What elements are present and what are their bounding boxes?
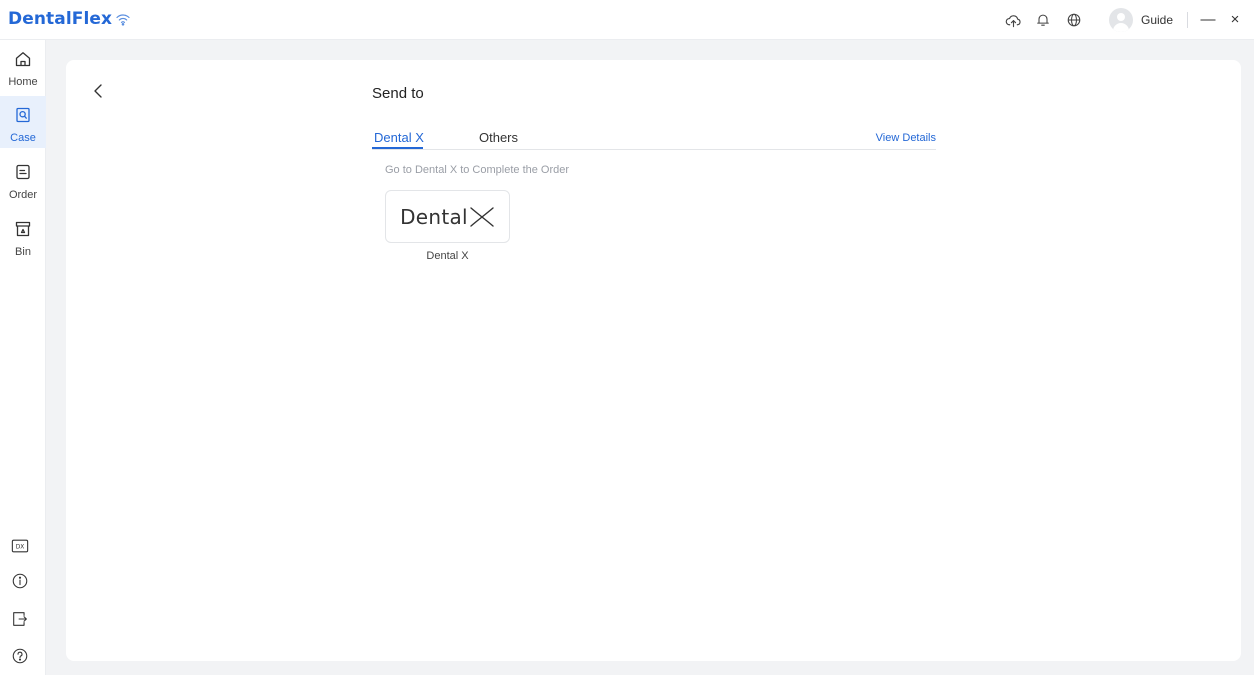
bin-icon: [14, 220, 32, 243]
minimize-button[interactable]: —: [1199, 10, 1217, 30]
sidebar-item-label: Bin: [15, 246, 31, 258]
info-icon[interactable]: [10, 571, 30, 591]
back-button[interactable]: [90, 80, 108, 102]
tab-dental-x[interactable]: Dental X: [374, 130, 424, 145]
chevron-left-icon: [94, 84, 102, 98]
topbar-divider: [1187, 12, 1188, 28]
case-icon: [14, 106, 32, 129]
order-icon: [14, 163, 32, 186]
sidebar: Home Case Order Bin DX: [0, 40, 46, 675]
logout-icon[interactable]: [10, 609, 30, 629]
top-bar: DentalFlex Guide — ×: [0, 0, 1254, 40]
active-tab-indicator: [372, 147, 423, 149]
dental-x-logo: Dental: [400, 204, 468, 229]
cloud-upload-icon[interactable]: [1004, 11, 1022, 29]
x-logo-icon: [470, 206, 494, 227]
home-icon: [14, 50, 32, 73]
sidebar-item-case[interactable]: Case: [0, 96, 46, 148]
sidebar-item-bin[interactable]: Bin: [0, 210, 46, 262]
hint-text: Go to Dental X to Complete the Order: [385, 164, 570, 176]
sidebar-item-order[interactable]: Order: [0, 153, 46, 205]
send-to-panel: Send to Dental X Others View Details Go …: [66, 60, 1241, 661]
user-name[interactable]: Guide: [1141, 13, 1173, 27]
close-button[interactable]: ×: [1226, 10, 1244, 30]
dx-badge-text: DX: [16, 545, 25, 551]
tab-others[interactable]: Others: [479, 130, 518, 145]
view-details-link[interactable]: View Details: [876, 132, 936, 144]
page-title: Send to: [372, 85, 424, 102]
tab-bar: Dental X Others View Details: [372, 128, 936, 150]
platform-card-dental-x[interactable]: Dental: [385, 190, 510, 243]
dx-icon[interactable]: DX: [10, 536, 30, 556]
help-icon[interactable]: [10, 646, 30, 666]
wifi-icon: [114, 11, 132, 27]
sidebar-item-label: Home: [8, 76, 38, 88]
platform-name: Dental X: [426, 250, 469, 262]
bell-icon[interactable]: [1034, 11, 1052, 29]
avatar[interactable]: [1109, 8, 1133, 32]
globe-icon[interactable]: [1065, 11, 1083, 29]
app-brand: DentalFlex: [8, 9, 113, 29]
sidebar-item-home[interactable]: Home: [0, 40, 46, 92]
sidebar-item-label: Order: [8, 189, 38, 201]
sidebar-item-label: Case: [10, 132, 36, 144]
